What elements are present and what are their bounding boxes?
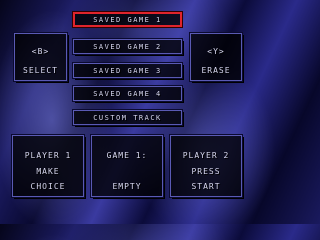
slot-saved-game-1[interactable]: SAVED GAME 1 bbox=[73, 12, 182, 27]
slot-label: CUSTOM TRACK bbox=[93, 114, 162, 122]
slot-label: SAVED GAME 1 bbox=[93, 16, 162, 24]
player2-line3: START bbox=[191, 182, 221, 191]
select-hint-box: <B> SELECT bbox=[14, 33, 67, 81]
game-status-value: EMPTY bbox=[112, 182, 142, 191]
slot-saved-game-4[interactable]: SAVED GAME 4 bbox=[73, 86, 182, 101]
player1-title: PLAYER 1 bbox=[24, 151, 72, 160]
game-title: GAME 1: bbox=[106, 151, 148, 160]
slot-custom-track[interactable]: CUSTOM TRACK bbox=[73, 110, 182, 125]
select-button-glyph: <B> bbox=[31, 47, 50, 56]
player1-line2: MAKE bbox=[36, 167, 60, 176]
player2-title: PLAYER 2 bbox=[182, 151, 230, 160]
slot-saved-game-3[interactable]: SAVED GAME 3 bbox=[73, 63, 182, 78]
erase-hint-label: ERASE bbox=[201, 66, 231, 75]
player1-line3: CHOICE bbox=[30, 182, 66, 191]
slot-label: SAVED GAME 2 bbox=[93, 43, 162, 51]
slot-label: SAVED GAME 3 bbox=[93, 67, 162, 75]
player1-status-box: PLAYER 1 MAKE CHOICE bbox=[12, 135, 84, 197]
slot-saved-game-2[interactable]: SAVED GAME 2 bbox=[73, 39, 182, 54]
slot-label: SAVED GAME 4 bbox=[93, 90, 162, 98]
game-status-box: GAME 1: EMPTY bbox=[91, 135, 163, 197]
erase-button-glyph: <Y> bbox=[207, 47, 225, 56]
erase-hint-box: <Y> ERASE bbox=[190, 33, 242, 81]
select-hint-label: SELECT bbox=[23, 66, 58, 75]
player2-status-box: PLAYER 2 PRESS START bbox=[170, 135, 242, 197]
player2-line2: PRESS bbox=[191, 167, 221, 176]
